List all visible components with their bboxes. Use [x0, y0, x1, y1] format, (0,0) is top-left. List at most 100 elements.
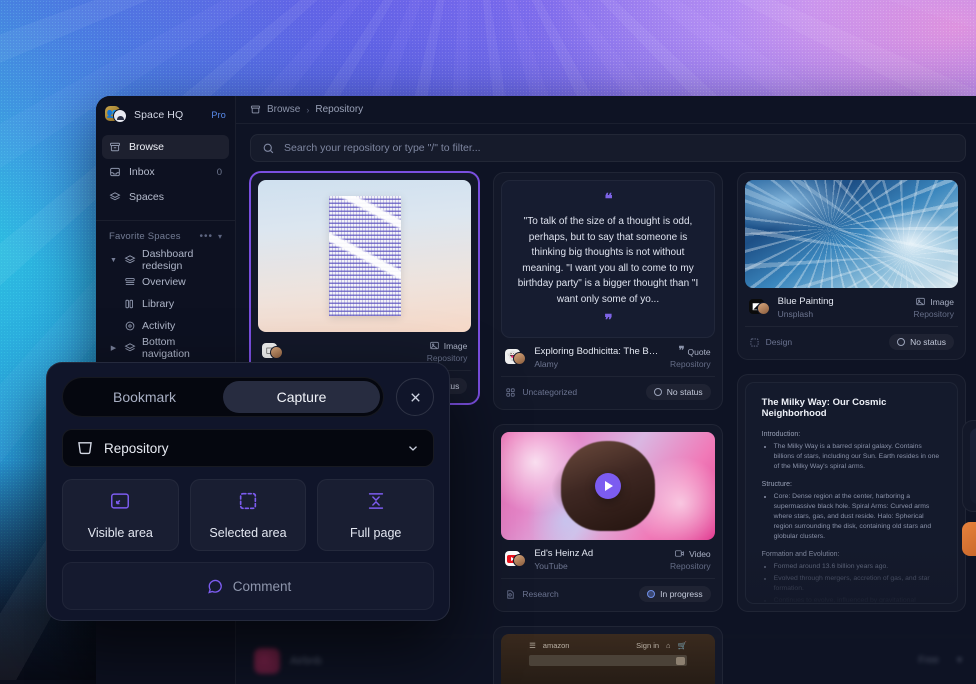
destination-select[interactable]: Repository [62, 429, 434, 467]
layers-icon [109, 191, 121, 203]
play-button[interactable] [595, 473, 621, 499]
chevron-down-icon[interactable]: ▼ [109, 257, 118, 264]
sidebar-item-browse[interactable]: Browse [102, 135, 229, 159]
sidebar-item-bottom-navigation[interactable]: ▶ Bottom navigation [102, 337, 229, 359]
inbox-count: 0 [217, 167, 222, 178]
card-title: Blue Painting [778, 296, 906, 307]
card-meta: 👻 Exploring Bodhicitta: The Boundl... Al… [501, 338, 714, 376]
capture-options: Visible area Selected area Full page [62, 479, 434, 551]
comment-placeholder: Comment [233, 579, 292, 594]
clipped-card-column [962, 420, 976, 556]
option-visible-area[interactable]: Visible area [62, 479, 179, 551]
card-tagbar: Uncategorized No status [501, 376, 714, 402]
chevron-down-icon[interactable]: ▾ [218, 232, 222, 241]
sidebar-item-label: Spaces [129, 191, 164, 203]
search-placeholder: Search your repository or type "/" to fi… [284, 142, 481, 154]
tab-capture[interactable]: Capture [223, 381, 380, 413]
card-painting[interactable]: ◩ Blue Painting Unsplash [737, 172, 966, 360]
sidebar-item-overview[interactable]: Overview [102, 271, 229, 293]
card-thumbnail[interactable] [501, 432, 714, 540]
search-input[interactable]: Search your repository or type "/" to fi… [250, 134, 966, 162]
card-clipped[interactable] [962, 420, 976, 512]
plan-badge: Pro [211, 110, 226, 120]
status-label: No status [910, 337, 946, 347]
document-page-graphic [329, 196, 401, 316]
card-meta-text: Ed's Heinz Ad YouTube [534, 548, 662, 571]
article-preview: The Milky Way: Our Cosmic Neighborhood I… [745, 382, 958, 604]
chevron-down-icon [406, 441, 420, 455]
card-tag[interactable]: Design [749, 337, 792, 348]
article-bullet-list: Core: Dense region at the center, harbor… [774, 492, 941, 543]
option-selected-area[interactable]: Selected area [190, 479, 307, 551]
card-tag-label: Research [522, 589, 558, 599]
selected-area-icon [237, 490, 259, 517]
avatar: ◻ [262, 343, 283, 360]
bottom-row-select[interactable]: Free ▾ [918, 655, 962, 666]
option-label: Selected area [209, 526, 286, 540]
card-clipped-warm [962, 522, 976, 556]
status-dot-icon [897, 338, 905, 346]
avatar: 👥 [105, 106, 127, 124]
article-section-heading: Structure: [762, 481, 941, 488]
card-meta-right: ❞ Quote Repository [670, 346, 711, 369]
card-meta-right: Image Repository [913, 296, 954, 319]
video-icon [674, 548, 685, 559]
tab-bookmark[interactable]: Bookmark [66, 381, 223, 413]
modal-header: Bookmark Capture [62, 377, 434, 417]
breadcrumb-separator: › [306, 105, 309, 115]
quote-text: "To talk of the size of a thought is odd… [514, 214, 701, 307]
sidebar-item-label: Activity [142, 320, 175, 332]
archive-icon [76, 439, 94, 457]
breadcrumb-root[interactable]: Browse [267, 104, 300, 115]
card-tag[interactable]: Research [505, 589, 558, 600]
card-tag[interactable]: Uncategorized [505, 387, 577, 398]
card-source: Alamy [534, 359, 662, 369]
card-meta-right: Video Repository [670, 548, 711, 571]
favorite-spaces-header: Favorite Spaces ••• ▾ [96, 227, 235, 245]
status-badge[interactable]: No status [646, 384, 711, 400]
favorite-spaces-title: Favorite Spaces [109, 231, 194, 242]
card-repo-label: Repository [670, 561, 711, 571]
sidebar-item-library[interactable]: Library [102, 293, 229, 315]
user-avatar-icon [270, 346, 283, 359]
card-meta: Ed's Heinz Ad YouTube Video Repository [501, 540, 714, 578]
library-icon [124, 298, 136, 310]
card-video[interactable]: Ed's Heinz Ad YouTube Video Repository [493, 424, 722, 612]
article-bullet-list: The Milky Way is a barred spiral galaxy.… [774, 442, 941, 473]
card-quote[interactable]: ❝ "To talk of the size of a thought is o… [493, 172, 722, 410]
activity-icon [124, 320, 136, 332]
status-badge[interactable]: In progress [639, 586, 711, 602]
search-bar-container: Search your repository or type "/" to fi… [236, 124, 976, 170]
option-label: Visible area [88, 526, 153, 540]
close-button[interactable] [396, 378, 434, 416]
breadcrumb-current[interactable]: Repository [315, 104, 363, 115]
card-article[interactable]: The Milky Way: Our Cosmic Neighborhood I… [737, 374, 966, 612]
destination-value: Repository [104, 441, 396, 456]
card-title: Exploring Bodhicitta: The Boundl... [534, 346, 662, 357]
more-options-icon[interactable]: ••• [199, 231, 213, 242]
full-page-icon [365, 490, 387, 517]
card-tag-label: Uncategorized [522, 387, 577, 397]
capture-modal: Bookmark Capture Repository Visible ar [46, 362, 450, 621]
user-avatar-icon [757, 302, 770, 315]
card-meta: ◩ Blue Painting Unsplash [745, 288, 958, 326]
bottom-row-select-value: Free [918, 655, 939, 666]
sidebar-item-activity[interactable]: Activity [102, 315, 229, 337]
sidebar-item-dashboard-redesign[interactable]: ▼ Dashboard redesign [102, 249, 229, 271]
chevron-right-icon[interactable]: ▶ [109, 344, 118, 352]
comment-input[interactable]: Comment [62, 562, 434, 610]
article-title: The Milky Way: Our Cosmic Neighborhood [762, 397, 941, 419]
board-column-3: ◩ Blue Painting Unsplash [737, 172, 966, 684]
card-meta-right: Image Repository [427, 340, 468, 363]
sidebar-item-spaces[interactable]: Spaces [102, 185, 229, 209]
workspace-switcher[interactable]: 👥 Space HQ Pro [96, 96, 235, 133]
article-section-heading: Introduction: [762, 431, 941, 438]
inbox-icon [109, 166, 121, 178]
card-type-label: Image [444, 341, 468, 351]
status-badge[interactable]: No status [889, 334, 954, 350]
sidebar-item-inbox[interactable]: Inbox 0 [102, 160, 229, 184]
quote-close-icon: ❞ [514, 313, 701, 328]
option-full-page[interactable]: Full page [317, 479, 434, 551]
article-bullet: The Milky Way is a barred spiral galaxy.… [774, 442, 941, 473]
image-icon [429, 340, 440, 351]
